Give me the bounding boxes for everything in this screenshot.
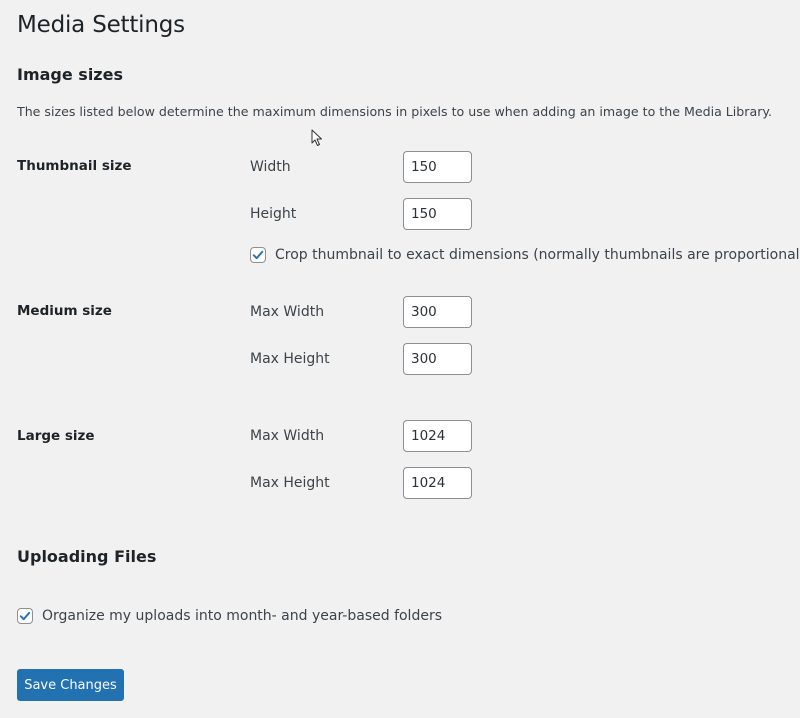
checkmark-icon bbox=[252, 250, 264, 260]
medium-height-label: Max Height bbox=[250, 351, 330, 367]
thumbnail-size-label: Thumbnail size bbox=[17, 158, 132, 174]
organize-uploads-checkbox[interactable] bbox=[17, 608, 33, 624]
large-width-input[interactable] bbox=[403, 420, 472, 452]
checkmark-icon bbox=[19, 611, 31, 621]
save-changes-button[interactable]: Save Changes bbox=[17, 669, 124, 701]
medium-width-input[interactable] bbox=[403, 296, 472, 328]
medium-width-label: Max Width bbox=[250, 304, 325, 320]
large-size-label: Large size bbox=[17, 428, 95, 444]
organize-uploads-label: Organize my uploads into month- and year… bbox=[42, 608, 442, 624]
image-sizes-heading: Image sizes bbox=[17, 65, 123, 84]
medium-size-label: Medium size bbox=[17, 303, 112, 319]
large-width-label: Max Width bbox=[250, 428, 325, 444]
mouse-pointer-icon bbox=[311, 129, 322, 146]
thumbnail-height-input[interactable] bbox=[403, 198, 472, 230]
thumbnail-width-label: Width bbox=[250, 159, 291, 175]
crop-thumbnail-option[interactable]: Crop thumbnail to exact dimensions (norm… bbox=[250, 247, 800, 263]
image-sizes-description: The sizes listed below determine the max… bbox=[17, 104, 773, 119]
thumbnail-width-input[interactable] bbox=[403, 151, 472, 183]
large-height-input[interactable] bbox=[403, 467, 472, 499]
thumbnail-height-label: Height bbox=[250, 206, 297, 222]
uploading-files-heading: Uploading Files bbox=[17, 547, 157, 566]
medium-height-input[interactable] bbox=[403, 343, 472, 375]
crop-thumbnail-checkbox[interactable] bbox=[250, 247, 266, 263]
large-height-label: Max Height bbox=[250, 475, 330, 491]
organize-uploads-option[interactable]: Organize my uploads into month- and year… bbox=[17, 608, 442, 624]
crop-thumbnail-label: Crop thumbnail to exact dimensions (norm… bbox=[275, 247, 800, 263]
page-title: Media Settings bbox=[17, 12, 185, 38]
